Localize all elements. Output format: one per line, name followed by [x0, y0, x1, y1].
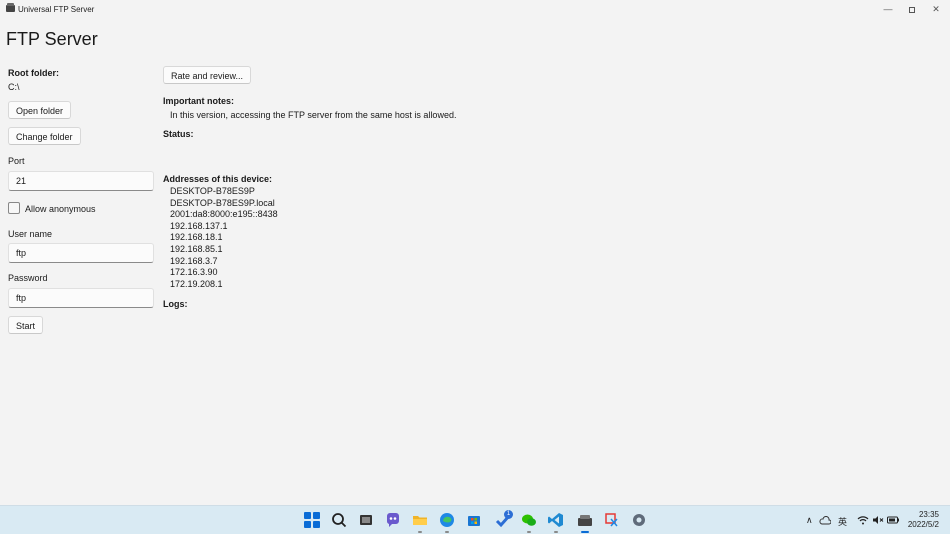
- running-indicator: [418, 531, 422, 533]
- maximize-icon: [909, 6, 915, 13]
- address-item: 192.168.3.7: [170, 255, 218, 266]
- volume-muted-icon[interactable]: [872, 515, 884, 525]
- file-explorer-icon[interactable]: [412, 512, 428, 528]
- address-item: 192.168.85.1: [170, 243, 223, 254]
- address-item: 192.168.137.1: [170, 220, 228, 231]
- address-item: DESKTOP-B78ES9P: [170, 186, 255, 196]
- search-icon[interactable]: [331, 512, 347, 528]
- username-label: User name: [8, 229, 53, 239]
- allow-anonymous-label: Allow anonymous: [25, 204, 96, 214]
- allow-anonymous-checkbox[interactable]: [8, 202, 20, 214]
- settings-icon[interactable]: [631, 512, 647, 528]
- edge-icon[interactable]: [439, 512, 455, 528]
- address-item: DESKTOP-B78ES9P.local: [170, 197, 275, 208]
- chat-icon[interactable]: [385, 512, 401, 528]
- important-notes-text: In this version, accessing the FTP serve…: [170, 110, 457, 120]
- taskbar: 1 ∧ 英 23:35 2022/5/2: [0, 505, 950, 534]
- username-input[interactable]: ftp: [8, 243, 154, 263]
- root-folder-value: C:\: [8, 82, 20, 92]
- address-item: 172.19.208.1: [170, 278, 223, 289]
- open-folder-button[interactable]: Open folder: [8, 101, 72, 119]
- maximize-button[interactable]: [900, 2, 924, 17]
- page-title: FTP Server: [6, 29, 98, 49]
- address-item: 172.16.3.90: [170, 267, 218, 278]
- port-input[interactable]: 21: [8, 171, 154, 191]
- clock-date: 2022/5/2: [907, 520, 939, 529]
- close-button[interactable]: ✕: [924, 2, 948, 17]
- tray-chevron-icon[interactable]: ∧: [806, 515, 813, 526]
- task-view-icon[interactable]: [358, 512, 374, 528]
- addresses-label: Addresses of this device:: [163, 174, 273, 184]
- wechat-icon[interactable]: [521, 512, 537, 528]
- running-indicator: [445, 531, 449, 533]
- title-bar: Universal FTP Server — ✕: [0, 0, 950, 20]
- ftp-server-icon[interactable]: [577, 512, 593, 528]
- running-indicator: [554, 531, 558, 533]
- password-input[interactable]: ftp: [8, 288, 154, 308]
- todo-badge: 1: [504, 510, 513, 519]
- ime-indicator[interactable]: 英: [838, 515, 847, 528]
- wifi-icon[interactable]: [857, 515, 869, 525]
- clock-time: 23:35: [918, 510, 939, 519]
- rate-review-button[interactable]: Rate and review...: [163, 66, 252, 84]
- window-title: Universal FTP Server: [18, 5, 95, 14]
- status-label: Status:: [163, 129, 194, 139]
- address-item: 2001:da8:8000:e195::8438: [170, 209, 278, 220]
- onedrive-icon[interactable]: [819, 515, 831, 525]
- port-label: Port: [8, 156, 25, 166]
- address-list: DESKTOP-B78ES9P DESKTOP-B78ES9P.local 20…: [170, 186, 278, 290]
- clock[interactable]: 23:35 2022/5/2: [905, 510, 939, 530]
- snipping-tool-icon[interactable]: [604, 512, 620, 528]
- app-icon: [6, 3, 15, 12]
- important-notes-label: Important notes:: [163, 96, 234, 106]
- vscode-icon[interactable]: [548, 512, 564, 528]
- store-icon[interactable]: [466, 512, 482, 528]
- password-label: Password: [8, 273, 48, 283]
- minimize-button[interactable]: —: [876, 2, 900, 17]
- start-button[interactable]: Start: [8, 316, 44, 334]
- battery-icon[interactable]: [887, 515, 899, 525]
- root-folder-label: Root folder:: [8, 68, 59, 78]
- active-indicator: [581, 531, 589, 533]
- change-folder-button[interactable]: Change folder: [8, 127, 81, 145]
- running-indicator: [527, 531, 531, 533]
- address-item: 192.168.18.1: [170, 232, 223, 243]
- logs-label: Logs:: [163, 299, 188, 309]
- windows-start-icon[interactable]: [304, 512, 320, 528]
